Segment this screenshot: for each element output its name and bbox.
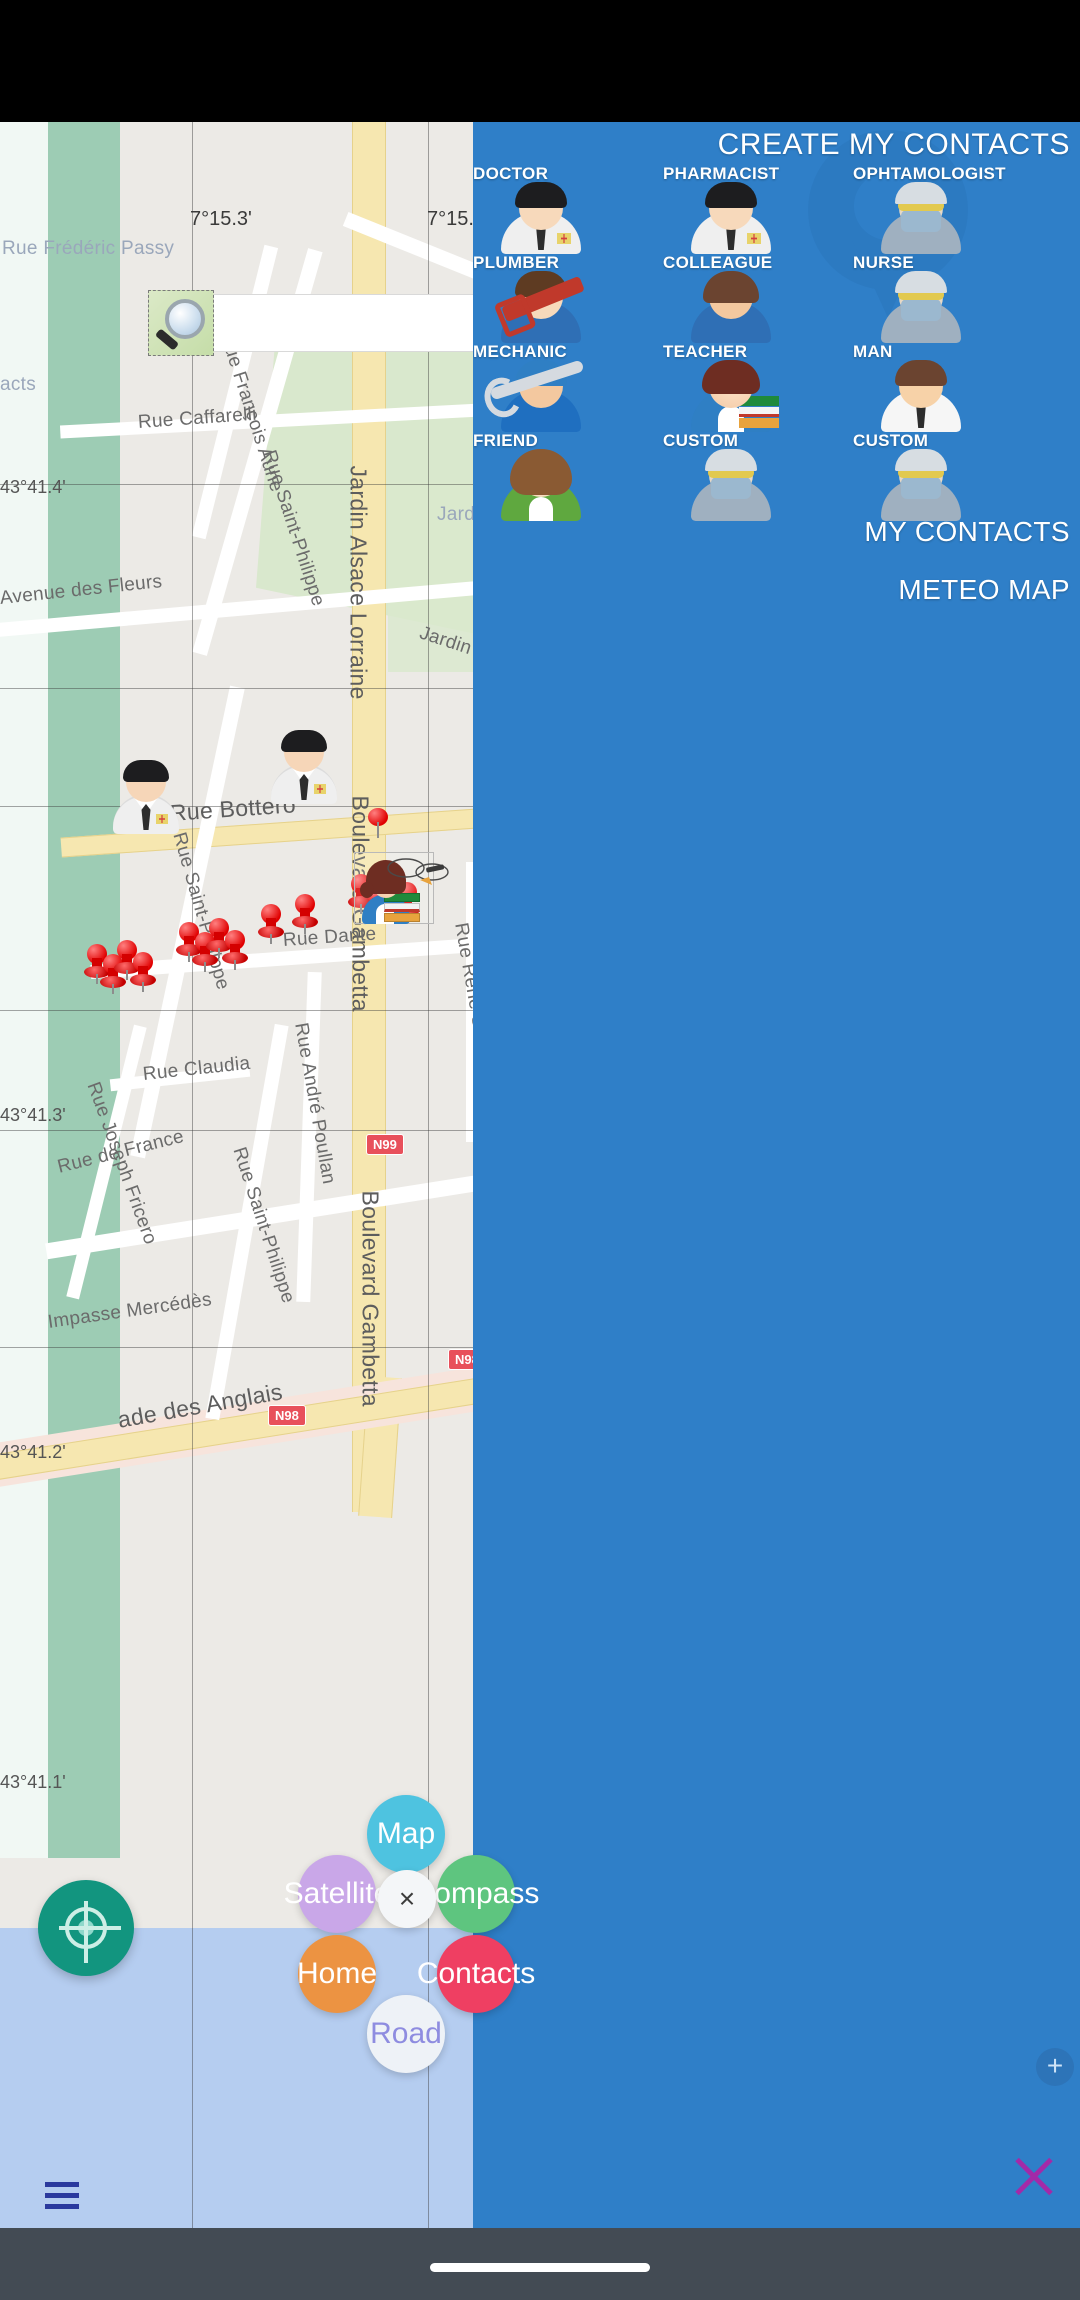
- radial-menu-compass-button[interactable]: Compass: [413, 1855, 539, 1933]
- contact-type-label: DOCTOR: [473, 164, 549, 183]
- contact-type-custom-31[interactable]: CUSTOM: [663, 431, 853, 521]
- contact-type-friend-30[interactable]: FRIEND: [473, 431, 663, 521]
- contact-type-label: OPHTAMOLOGIST: [853, 164, 1006, 183]
- contact-type-ophtamologist-02[interactable]: OPHTAMOLOGIST: [853, 164, 1043, 254]
- contact-type-label: TEACHER: [663, 342, 748, 361]
- contact-avatar: [685, 360, 779, 432]
- map-pushpin-marker[interactable]: [258, 904, 284, 944]
- map-street-label: Rue Frédéric Passy: [2, 238, 175, 259]
- map-coordinate-label: 43°41.1': [0, 1772, 66, 1792]
- contact-avatar: [685, 271, 777, 343]
- map-marker-doctor-1[interactable]: [110, 760, 182, 834]
- marker-scribble-icon: [387, 858, 449, 885]
- contact-type-doctor-00[interactable]: DOCTOR: [473, 164, 663, 254]
- radial-menu-label: Home: [296, 1957, 378, 1990]
- contact-type-teacher-21[interactable]: TEACHER: [663, 342, 853, 432]
- contact-avatar: [685, 449, 777, 521]
- close-panel-icon[interactable]: [1010, 2152, 1058, 2200]
- contact-type-label: MAN: [853, 342, 893, 361]
- map-street-label: Jardin Alsace Lorraine: [345, 465, 372, 700]
- contact-type-man-22[interactable]: MAN: [853, 342, 1043, 432]
- status-bar-area: [0, 0, 1080, 122]
- contact-avatar: [495, 449, 587, 521]
- contact-avatar: [875, 360, 967, 432]
- contact-type-pharmacist-01[interactable]: PHARMACIST: [663, 164, 853, 254]
- nav-home-pill[interactable]: [430, 2263, 650, 2272]
- radial-menu-close-button[interactable]: ×: [378, 1870, 436, 1928]
- radial-menu-satellite-button[interactable]: Satellite: [284, 1855, 390, 1933]
- map-street-label: acts: [0, 374, 37, 395]
- radial-menu-label: Road: [370, 2017, 442, 2050]
- contact-type-mechanic-20[interactable]: MECHANIC: [473, 342, 663, 432]
- add-contact-button[interactable]: +: [1036, 2048, 1074, 2086]
- contact-type-label: MECHANIC: [473, 342, 568, 361]
- gps-crosshair-icon: [59, 1901, 121, 1963]
- hamburger-menu-icon[interactable]: [45, 2182, 79, 2209]
- contact-avatar: [685, 182, 777, 254]
- map-coordinate-label: 7°15.3': [190, 208, 252, 230]
- marker-pin-icon: [366, 808, 390, 838]
- map-gridline-v-1: [192, 122, 193, 2228]
- contact-avatar: [875, 271, 967, 343]
- radial-menu-contacts-button[interactable]: Contacts: [417, 1935, 535, 2013]
- contacts-grid-row: DOCTOR PHARMACIST OPHTAMOLOGIST: [473, 164, 1080, 254]
- close-x-icon: ×: [398, 1883, 416, 1914]
- radial-menu-label: Satellite: [283, 1877, 391, 1910]
- map-pushpin-marker[interactable]: [222, 930, 248, 970]
- map-marker-teacher[interactable]: [352, 808, 449, 942]
- map-route-shield: N99: [366, 1134, 404, 1155]
- contact-type-label: PHARMACIST: [663, 164, 780, 183]
- radial-menu-label: Map: [376, 1817, 436, 1850]
- map-marker-doctor-2[interactable]: [268, 730, 340, 804]
- contact-type-label: CUSTOM: [663, 431, 739, 450]
- map-coordinate-label: 43°41.3': [0, 1105, 66, 1125]
- contact-avatar: [489, 359, 587, 432]
- my-contacts-link[interactable]: MY CONTACTS: [864, 516, 1070, 548]
- radial-menu-map-button[interactable]: Map: [367, 1795, 445, 1873]
- map-coordinate-label: 43°41.4': [0, 477, 66, 497]
- app-screen: Rue Frédéric Passy acts Rue Caffarelli Rue …: [0, 0, 1080, 2300]
- avatar-badge: [156, 814, 168, 824]
- system-nav-bar: [0, 2228, 1080, 2300]
- contacts-grid[interactable]: DOCTOR PHARMACIST OPHTAMOLOGIST PLUMBER COLL…: [473, 164, 1080, 521]
- avatar-badge: [314, 784, 326, 794]
- contact-avatar: [495, 182, 587, 254]
- contact-avatar: [875, 182, 967, 254]
- map-coordinate-label: 43°41.2': [0, 1442, 66, 1462]
- contact-avatar: [875, 449, 967, 521]
- contact-type-plumber-10[interactable]: PLUMBER: [473, 253, 663, 343]
- contact-type-label: PLUMBER: [473, 253, 560, 272]
- create-contacts-panel[interactable]: CREATE MY CONTACTS DOCTOR PHARMACIST OPHTA…: [473, 122, 1080, 2228]
- locate-me-button[interactable]: [38, 1880, 134, 1976]
- contact-type-custom-32[interactable]: CUSTOM: [853, 431, 1043, 521]
- avatar-hair: [123, 760, 169, 782]
- contact-type-label: CUSTOM: [853, 431, 929, 450]
- avatar-hair: [281, 730, 327, 752]
- search-icon[interactable]: [148, 290, 214, 356]
- contact-type-nurse-12[interactable]: NURSE: [853, 253, 1043, 343]
- contact-avatar: [495, 271, 587, 343]
- radial-menu-home-button[interactable]: Home: [296, 1935, 378, 2013]
- contacts-grid-row: MECHANIC TEACHER MAN: [473, 342, 1080, 432]
- map-pushpin-marker[interactable]: [292, 894, 318, 934]
- contact-type-label: FRIEND: [473, 431, 539, 450]
- panel-title: CREATE MY CONTACTS: [717, 128, 1070, 161]
- contact-type-label: COLLEAGUE: [663, 253, 773, 272]
- map-street-label: Boulevard Gambetta: [357, 1190, 384, 1407]
- map-route-shield: N98: [268, 1405, 306, 1426]
- map-pushpin-marker[interactable]: [130, 952, 156, 992]
- meteo-map-link[interactable]: METEO MAP: [898, 574, 1070, 606]
- contacts-grid-row: FRIEND CUSTOM CUSTOM: [473, 431, 1080, 521]
- contact-type-colleague-11[interactable]: COLLEAGUE: [663, 253, 853, 343]
- contacts-grid-row: PLUMBER COLLEAGUE NURSE: [473, 253, 1080, 343]
- radial-menu-label: Contacts: [416, 1957, 536, 1990]
- radial-menu-road-button[interactable]: Road: [367, 1995, 445, 2073]
- contact-type-label: NURSE: [853, 253, 915, 272]
